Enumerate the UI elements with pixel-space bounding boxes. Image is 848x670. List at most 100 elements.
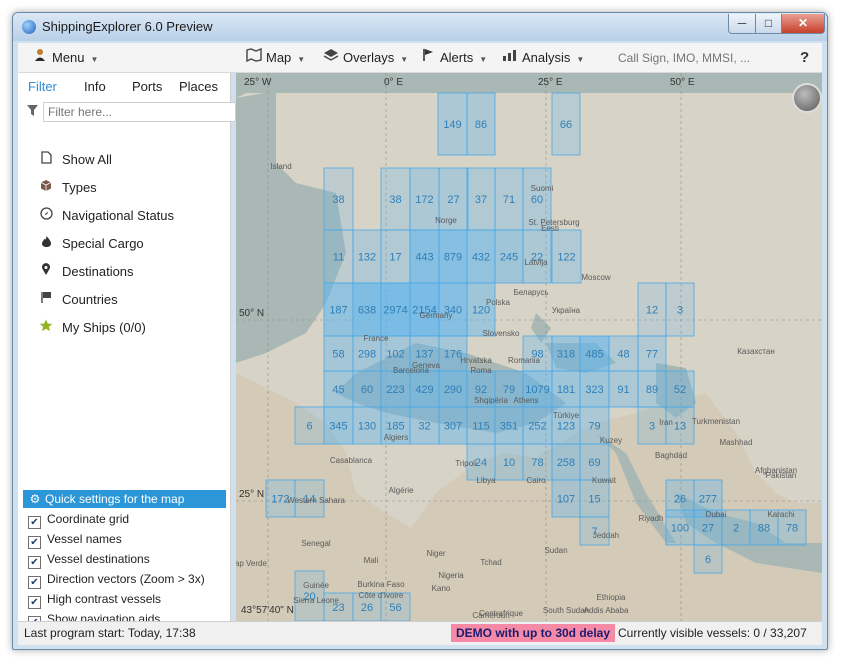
nav-my-ships[interactable]: My Ships (0/0) (38, 319, 146, 339)
map-view[interactable]: 25° W 0° E 25° E 50° E 50° N 25° N 149 86 66 38 3… (236, 73, 822, 621)
vessel-count-label: 429 (415, 384, 433, 396)
place-label: Cairo (526, 476, 546, 485)
nav-countries[interactable]: Countries (38, 291, 118, 311)
vessel-count-label: 137 (415, 349, 433, 361)
nav-destinations[interactable]: Destinations (38, 263, 134, 283)
vessel-count-label: 323 (585, 384, 603, 396)
maximize-button[interactable]: □ (755, 14, 782, 34)
place-label: Baghdad (655, 451, 687, 460)
globe-icon[interactable] (792, 83, 822, 113)
checkbox[interactable]: ✔ (28, 536, 41, 549)
grid-label-lon-50e: 50° E (670, 77, 695, 88)
analysis-menu-button[interactable]: Analysis ▼ (502, 43, 584, 72)
location-pin-icon (38, 263, 54, 279)
grid-label-lon-0e: 0° E (384, 77, 403, 88)
place-label: Latvija (524, 258, 548, 267)
vessel-count-label: 32 (418, 421, 430, 433)
tab-filter[interactable]: Filter (28, 79, 57, 94)
direction-vectors-checkbox[interactable]: ✔ Direction vectors (Zoom > 3x) (28, 570, 205, 589)
vessel-count-label: 10 (503, 457, 515, 469)
place-label: Karachi (767, 510, 794, 519)
map-menu-button[interactable]: Map ▼ (246, 43, 305, 72)
vessel-count-label: 172 (415, 194, 433, 206)
vessel-names-checkbox[interactable]: ✔ Vessel names (28, 530, 122, 549)
demo-badge: DEMO with up to 30d delay (451, 624, 616, 642)
vessel-count-label: 38 (389, 194, 401, 206)
overlays-menu-label: Overlays (343, 50, 395, 65)
vessel-count-label: 78 (531, 457, 543, 469)
vessel-count-label: 181 (557, 384, 575, 396)
map-menu-label: Map (266, 50, 292, 65)
checkbox[interactable]: ✔ (28, 516, 41, 529)
nav-show-all[interactable]: Show All (38, 151, 112, 171)
vessel-count-label: 318 (557, 349, 575, 361)
tab-ports[interactable]: Ports (132, 79, 162, 94)
filter-box (23, 102, 236, 122)
checkbox[interactable]: ✔ (28, 556, 41, 569)
vessel-count-label: 91 (617, 384, 629, 396)
application-window: ShippingExplorer 6.0 Preview ─ □ ✕ Menu ▼… (12, 12, 828, 650)
vessel-count-label: 2 (733, 523, 739, 535)
vessel-count-label: 185 (386, 421, 404, 433)
grid-label-lon-25w: 25° W (244, 77, 272, 88)
vessel-count-label: 58 (332, 349, 344, 361)
vessel-count-label: 252 (528, 421, 546, 433)
place-label: Hrvatska (460, 356, 492, 365)
place-label: Kuwait (592, 476, 617, 485)
layers-icon (323, 43, 339, 72)
map-icon (246, 43, 262, 72)
vessel-destinations-checkbox[interactable]: ✔ Vessel destinations (28, 550, 150, 569)
place-label: Côte d'Ivoire (359, 591, 404, 600)
vessel-count-label: 12 (646, 305, 658, 317)
checkbox-label: Vessel names (47, 532, 122, 546)
vessel-count-label: 307 (444, 421, 462, 433)
checkbox[interactable]: ✔ (28, 576, 41, 589)
vessel-count-label: 79 (503, 384, 515, 396)
close-button[interactable]: ✕ (781, 14, 825, 34)
place-label: Turkmenistan (692, 417, 740, 426)
vessel-count-label: 245 (500, 252, 518, 264)
coordinate-grid-checkbox[interactable]: ✔ Coordinate grid (28, 510, 129, 529)
vessel-count-label: 45 (332, 384, 344, 396)
map-canvas[interactable]: 25° W 0° E 25° E 50° E50° N25° N 149 86 6638 3… (236, 73, 822, 621)
place-label: Riyadh (639, 514, 664, 523)
tab-places[interactable]: Places (179, 79, 218, 94)
vessel-count-label: 15 (588, 494, 600, 506)
filter-input[interactable] (43, 102, 236, 122)
place-label: Nigeria (438, 571, 464, 580)
title-bar[interactable]: ShippingExplorer 6.0 Preview ─ □ ✕ (13, 13, 827, 41)
vessel-count-label: 149 (443, 119, 461, 131)
checkbox[interactable]: ✔ (28, 596, 41, 609)
checkbox-label: High contrast vessels (47, 592, 162, 606)
place-label: Ethiopia (597, 593, 626, 602)
place-label: Libya (476, 476, 496, 485)
place-label: Shqipëria (474, 396, 508, 405)
vessel-count-label: 351 (500, 421, 518, 433)
vessel-count-label: 100 (671, 523, 689, 535)
quick-settings-header[interactable]: ⚙ Quick settings for the map (23, 490, 226, 508)
alerts-menu-button[interactable]: Alerts ▼ (420, 43, 487, 72)
main-toolbar: Menu ▼ Map ▼ Overlays ▼ Alerts ▼ Analysis ▼ ? (18, 43, 822, 73)
place-label: Sudan (544, 546, 567, 555)
vessel-search-input[interactable] (614, 47, 788, 70)
vessel-count-label: 37 (475, 194, 487, 206)
minimize-button[interactable]: ─ (728, 14, 756, 34)
vessel-count-label: 879 (444, 252, 462, 264)
menu-label: Menu (52, 50, 85, 65)
menu-button[interactable]: Menu ▼ (32, 43, 98, 72)
nav-types[interactable]: Types (38, 179, 97, 199)
high-contrast-vessels-checkbox[interactable]: ✔ High contrast vessels (28, 590, 162, 609)
place-label: Casablanca (330, 456, 373, 465)
nav-navigational-status[interactable]: Navigational Status (38, 207, 174, 227)
overlays-menu-button[interactable]: Overlays ▼ (323, 43, 408, 72)
vessel-count-label: 115 (472, 421, 490, 433)
nav-special-cargo[interactable]: Special Cargo (38, 235, 144, 255)
vessel-count-label: 485 (585, 349, 603, 361)
vessel-count-label: 11 (333, 252, 344, 264)
help-button[interactable]: ? (800, 43, 809, 72)
vessel-count-label: 27 (447, 194, 459, 206)
tab-info[interactable]: Info (84, 79, 106, 94)
place-label: Addis Ababa (584, 606, 629, 615)
vessel-count-label: 107 (557, 494, 575, 506)
chevron-down-icon: ▼ (400, 55, 409, 64)
